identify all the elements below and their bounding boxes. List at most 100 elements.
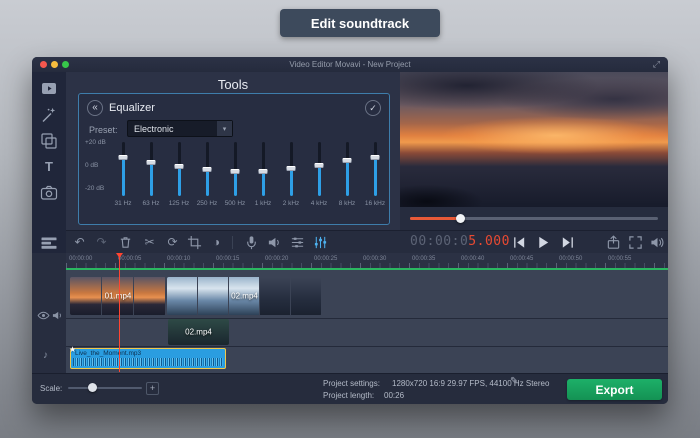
previous-frame-icon[interactable] <box>512 235 527 250</box>
scale-label: Scale: <box>40 384 62 393</box>
export-button[interactable]: Export <box>567 379 662 400</box>
eq-band-thumb[interactable] <box>259 169 268 174</box>
fullscreen-icon[interactable] <box>628 235 643 250</box>
eq-band: 500 Hz <box>221 142 249 218</box>
ruler-label: 00:00:40 <box>461 256 484 262</box>
eq-band-slider[interactable] <box>318 142 321 196</box>
ruler-label: 00:00:05 <box>118 256 141 262</box>
ruler-label: 00:00:25 <box>314 256 337 262</box>
video-clips-icon[interactable] <box>40 80 58 98</box>
eq-band: 4 kHz <box>305 142 333 218</box>
crop-icon[interactable] <box>187 235 202 250</box>
eq-band-thumb[interactable] <box>203 167 212 172</box>
delete-icon[interactable] <box>118 235 133 250</box>
eq-band-fill <box>346 160 349 196</box>
video-clip-1[interactable]: 01.mp4 <box>70 277 166 315</box>
video-preview[interactable] <box>400 72 668 207</box>
eq-band-thumb[interactable] <box>175 164 184 169</box>
record-microphone-icon[interactable] <box>244 235 259 250</box>
timeline-ruler[interactable]: 00:00:0000:00:0500:00:1000:00:1500:00:20… <box>66 253 668 268</box>
edit-settings-pencil-icon[interactable]: ✎ <box>510 376 518 387</box>
eq-band-slider[interactable] <box>150 142 153 196</box>
eq-band-thumb[interactable] <box>231 169 240 174</box>
eq-band-slider[interactable] <box>234 142 237 196</box>
eq-bands: 31 Hz63 Hz125 Hz250 Hz500 Hz1 kHz2 kHz4 … <box>109 142 389 218</box>
track-divider <box>66 346 668 347</box>
magic-wand-icon[interactable] <box>40 106 58 124</box>
eq-band-slider[interactable] <box>206 142 209 196</box>
zoom-in-button[interactable]: + <box>146 382 159 395</box>
audio-levels-icon[interactable] <box>290 235 305 250</box>
audio-clip-label: Live_the_Moment.mp3 <box>75 350 141 357</box>
project-length-value: 00:26 <box>384 391 404 400</box>
redo-icon[interactable]: ↷ <box>94 235 109 250</box>
eq-band-slider[interactable] <box>178 142 181 196</box>
eq-band: 250 Hz <box>193 142 221 218</box>
titles-icon[interactable]: T <box>40 158 58 176</box>
eq-band-slider[interactable] <box>122 142 125 196</box>
seek-bar-thumb[interactable] <box>456 214 465 223</box>
tooltip-label: Edit soundtrack <box>311 16 409 31</box>
tools-panel-title: Tools <box>66 77 400 92</box>
eq-band-thumb[interactable] <box>371 155 380 160</box>
eq-band-label: 16 kHz <box>361 200 389 207</box>
zoom-slider-thumb[interactable] <box>88 383 97 392</box>
expand-window-icon[interactable]: ⤢ <box>653 59 660 70</box>
project-settings-label: Project settings: <box>323 379 380 388</box>
clip-label: 02.mp4 <box>168 328 229 337</box>
eq-band-thumb[interactable] <box>147 160 156 165</box>
split-scissors-icon[interactable]: ✂ <box>142 235 157 250</box>
eq-band-slider[interactable] <box>374 142 377 196</box>
eq-band-slider[interactable] <box>290 142 293 196</box>
eq-band-label: 500 Hz <box>221 200 249 207</box>
apply-button[interactable]: ✓ <box>365 100 381 116</box>
overlay-clip[interactable]: 02.mp4 <box>168 319 229 345</box>
filters-icon[interactable] <box>40 132 58 150</box>
eq-band-thumb[interactable] <box>119 155 128 160</box>
preset-dropdown[interactable]: Electronic ▾ <box>127 120 233 137</box>
timeline-tracks[interactable]: 01.mp4 02.mp4 02.mp4 ★ Live_the_Moment.m… <box>66 270 668 373</box>
track-visibility-eye-icon[interactable] <box>37 311 50 320</box>
eq-band: 125 Hz <box>165 142 193 218</box>
eq-band: 31 Hz <box>109 142 137 218</box>
eq-band-slider[interactable] <box>346 142 349 196</box>
eq-band-thumb[interactable] <box>287 166 296 171</box>
equalizer-panel: « Equalizer ✓ Preset: Electronic ▾ +20 d… <box>78 93 390 225</box>
ruler-label: 00:00:50 <box>559 256 582 262</box>
window-title: Video Editor Movavi - New Project <box>32 60 668 69</box>
ruler-label: 00:00:30 <box>363 256 386 262</box>
eq-band-fill <box>178 166 181 196</box>
audio-speaker-icon[interactable] <box>267 235 282 250</box>
eq-band-label: 31 Hz <box>109 200 137 207</box>
timeline-tracks-icon[interactable] <box>40 234 58 252</box>
titlebar[interactable]: Video Editor Movavi - New Project ⤢ <box>32 57 668 73</box>
volume-icon[interactable] <box>650 235 665 250</box>
tooltip-edit-soundtrack: Edit soundtrack <box>280 9 440 37</box>
seek-bar[interactable] <box>410 217 658 220</box>
toolbar-separator <box>232 236 233 249</box>
audio-clip[interactable]: ★ Live_the_Moment.mp3 <box>70 348 226 369</box>
eq-band: 8 kHz <box>333 142 361 218</box>
equalizer-tool-icon[interactable] <box>313 235 328 250</box>
eq-band-thumb[interactable] <box>343 158 352 163</box>
eq-band-thumb[interactable] <box>315 163 324 168</box>
track-mute-speaker-icon[interactable] <box>52 310 63 321</box>
eq-band-fill <box>262 171 265 196</box>
zoom-slider[interactable] <box>68 387 142 389</box>
rotate-icon[interactable]: ⟳ <box>165 235 180 250</box>
undo-icon[interactable]: ↶ <box>72 235 87 250</box>
share-export-icon[interactable] <box>606 235 621 250</box>
play-icon[interactable] <box>536 235 551 250</box>
next-frame-icon[interactable] <box>560 235 575 250</box>
eq-band-fill <box>374 157 377 196</box>
ruler-label: 00:00:45 <box>510 256 533 262</box>
back-button[interactable]: « <box>87 100 103 116</box>
eq-band-slider[interactable] <box>262 142 265 196</box>
stickers-icon[interactable] <box>40 184 58 202</box>
eq-band-fill <box>318 165 321 196</box>
video-clip-2[interactable]: 02.mp4 <box>167 277 322 315</box>
preset-label: Preset: <box>89 125 118 135</box>
color-adjustments-icon[interactable]: ◑ <box>209 235 224 250</box>
playhead[interactable] <box>119 253 120 372</box>
timecode-prefix: 00:00:0 <box>410 234 468 249</box>
